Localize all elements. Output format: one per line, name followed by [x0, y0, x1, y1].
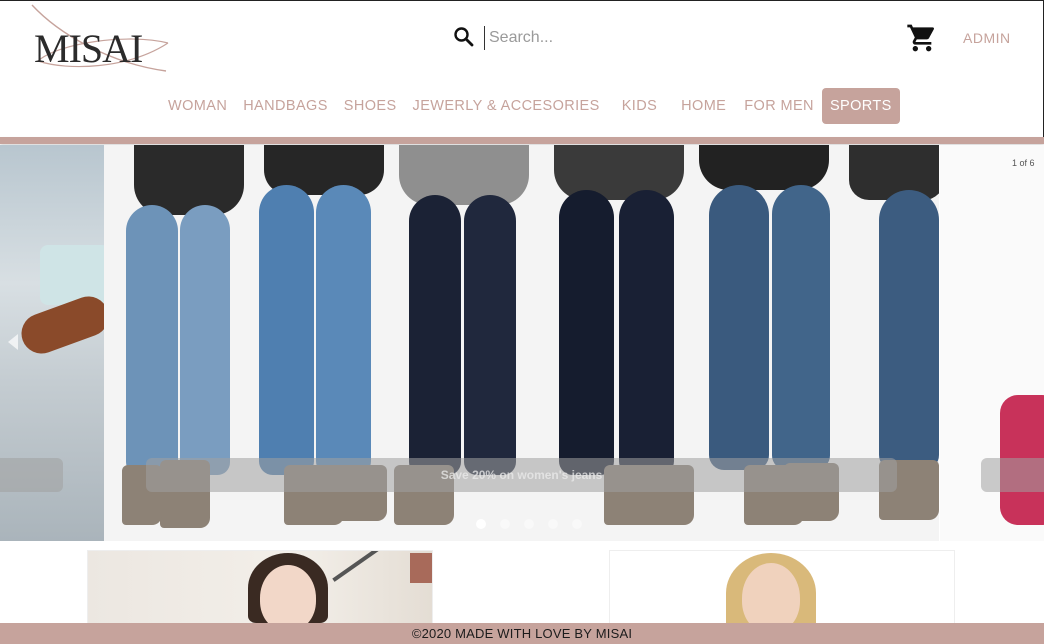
site-header: MISAI ADMIN WOMAN HANDBAGS SHOES JEWERLY…	[0, 0, 1044, 138]
model-face-image	[260, 565, 316, 629]
search-icon[interactable]	[452, 25, 476, 49]
carousel-dot-5[interactable]	[572, 519, 582, 529]
poster-image	[410, 553, 432, 583]
model-top-5	[699, 145, 829, 190]
header-divider	[0, 137, 1044, 144]
logo-text: MISAI	[34, 26, 143, 71]
model-legs-3	[409, 195, 461, 475]
cart-icon[interactable]	[906, 22, 938, 54]
model-top-6	[849, 145, 939, 200]
carousel-dot-1[interactable]	[476, 519, 486, 529]
footer-text: ©2020 MADE WITH LOVE BY MISAI	[411, 626, 633, 641]
model-legs-1	[126, 205, 178, 475]
model-legs-2b	[316, 185, 371, 475]
caption-bar-next	[981, 458, 1044, 492]
nav-item-kids[interactable]: KIDS	[614, 88, 673, 124]
model-legs-2	[259, 185, 314, 475]
model-legs-3b	[464, 195, 516, 475]
model-top-3	[399, 145, 529, 205]
site-footer: ©2020 MADE WITH LOVE BY MISAI	[0, 623, 1044, 644]
model-legs-4b	[619, 190, 674, 475]
carousel-dot-3[interactable]	[524, 519, 534, 529]
product-card-left[interactable]	[87, 550, 433, 630]
nav-item-woman[interactable]: WOMAN	[160, 88, 235, 124]
model-face-image	[742, 563, 800, 629]
prev-arrow-icon[interactable]	[8, 334, 18, 350]
carousel-caption-text: Save 20% on women's jeans	[440, 468, 603, 482]
search-input[interactable]	[484, 26, 744, 50]
model-legs-4	[559, 190, 614, 475]
model-legs-6	[879, 190, 939, 470]
nav-item-handbags[interactable]: HANDBAGS	[235, 88, 336, 124]
nav-item-jewerly-accesories[interactable]: JEWERLY & ACCESORIES	[405, 88, 614, 124]
main-nav: WOMAN HANDBAGS SHOES JEWERLY & ACCESORIE…	[160, 88, 900, 124]
model-legs-1b	[180, 205, 230, 475]
nav-item-home[interactable]: HOME	[673, 88, 736, 124]
product-card-right[interactable]	[609, 550, 955, 630]
search-bar	[452, 25, 752, 51]
carousel-dot-4[interactable]	[548, 519, 558, 529]
carousel-indicators	[476, 519, 582, 529]
carousel-caption: Save 20% on women's jeans	[146, 458, 897, 492]
model-legs-5b	[772, 185, 830, 470]
model-legs-5	[709, 185, 769, 470]
nav-item-shoes[interactable]: SHOES	[336, 88, 405, 124]
carousel-counter: 1 of 6	[1012, 158, 1035, 168]
nav-item-sports[interactable]: SPORTS	[821, 88, 900, 124]
brand-logo[interactable]: MISAI	[28, 3, 173, 75]
caption-bar-previous	[0, 458, 63, 492]
admin-link[interactable]: ADMIN	[963, 30, 1011, 46]
carousel-dot-2[interactable]	[500, 519, 510, 529]
handbag-image	[40, 245, 104, 305]
model-top-4	[554, 145, 684, 200]
lamp-image	[332, 551, 384, 582]
nav-item-for-men[interactable]: FOR MEN	[736, 88, 822, 124]
